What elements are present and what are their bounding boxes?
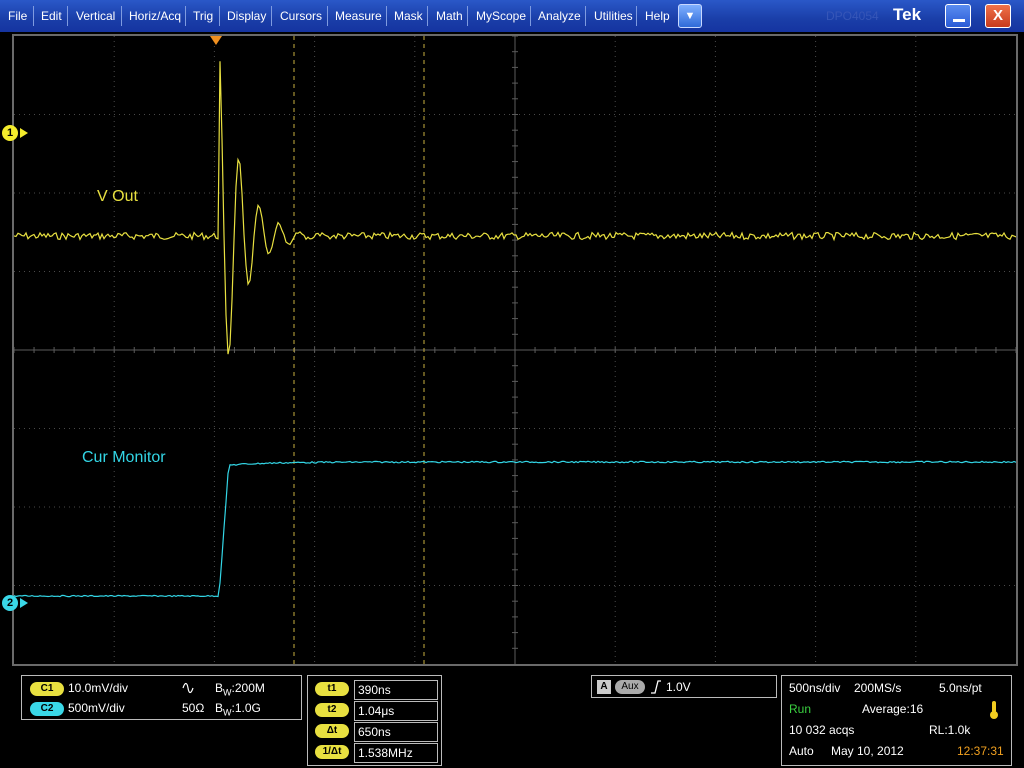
- ch1-bandwidth[interactable]: BW:200M: [215, 681, 265, 697]
- menu-separator: [427, 6, 428, 26]
- trigger-level[interactable]: 1.0V: [666, 680, 691, 694]
- trigger-mode[interactable]: Auto: [789, 744, 814, 758]
- menu-separator: [636, 6, 637, 26]
- menu-separator: [530, 6, 531, 26]
- trigger-position-icon[interactable]: [210, 36, 222, 45]
- cursor-delta-badge: Δt: [315, 724, 349, 738]
- thermometer-icon: [990, 701, 998, 719]
- menu-separator: [585, 6, 586, 26]
- menu-help[interactable]: Help: [645, 0, 670, 32]
- close-icon: X: [992, 7, 1003, 24]
- sample-rate: 200MS/s: [854, 681, 902, 695]
- menu-trig[interactable]: Trig: [193, 0, 213, 32]
- menu-separator: [185, 6, 186, 26]
- menu-separator: [219, 6, 220, 26]
- cursor-frequency-value: 1.538MHz: [354, 743, 438, 763]
- ch2-badge[interactable]: C2: [30, 702, 64, 716]
- ch1-waveform-label: V Out: [97, 188, 138, 205]
- ch1-marker-arrow-icon: [20, 128, 28, 138]
- menu-separator: [271, 6, 272, 26]
- menu-utilities[interactable]: Utilities: [594, 0, 633, 32]
- cursor-frequency-badge: 1/Δt: [315, 745, 349, 759]
- ch2-marker-arrow-icon: [20, 598, 28, 608]
- menu-mask[interactable]: Mask: [394, 0, 423, 32]
- ch2-scale[interactable]: 500mV/div: [68, 701, 125, 715]
- menu-analyze[interactable]: Analyze: [538, 0, 581, 32]
- resolution: 5.0ns/pt: [939, 681, 982, 695]
- menu-vertical[interactable]: Vertical: [76, 0, 115, 32]
- center-axes: [14, 36, 1016, 664]
- cursor-t2-value[interactable]: 1.04μs: [354, 701, 438, 721]
- trigger-event-badge: A: [597, 680, 611, 694]
- menu-cursors[interactable]: Cursors: [280, 0, 322, 32]
- ch2-impedance[interactable]: 50Ω: [182, 701, 204, 715]
- run-state[interactable]: Run: [789, 702, 811, 716]
- menu-math[interactable]: Math: [436, 0, 463, 32]
- time: 12:37:31: [957, 744, 1004, 758]
- acquisition-count: 10 032 acqs: [789, 723, 855, 737]
- waveform-display[interactable]: V Out Cur Monitor: [12, 34, 1018, 666]
- menu-display[interactable]: Display: [227, 0, 266, 32]
- menu-separator: [33, 6, 34, 26]
- minimize-icon: [953, 19, 965, 22]
- ch1-badge[interactable]: C1: [30, 682, 64, 696]
- minimize-button[interactable]: [945, 4, 971, 28]
- menu-separator: [67, 6, 68, 26]
- ch2-bandwidth[interactable]: BW:1.0G: [215, 701, 261, 717]
- ch1-scale[interactable]: 10.0mV/div: [68, 681, 128, 695]
- trigger-source-badge[interactable]: Aux: [615, 680, 645, 694]
- menu-edit[interactable]: Edit: [41, 0, 62, 32]
- timebase[interactable]: 500ns/div: [789, 681, 840, 695]
- cursor-delta-value: 650ns: [354, 722, 438, 742]
- menu-separator: [327, 6, 328, 26]
- ch2-waveform-label: Cur Monitor: [82, 449, 166, 466]
- ch2-ground-marker[interactable]: 2: [2, 595, 18, 611]
- menu-dropdown-button[interactable]: ▼: [678, 4, 702, 28]
- menu-file[interactable]: File: [8, 0, 27, 32]
- acquisition-mode[interactable]: Average:16: [862, 702, 923, 716]
- menu-horiz-acq[interactable]: Horiz/Acq: [129, 0, 181, 32]
- menu-separator: [121, 6, 122, 26]
- menu-separator: [386, 6, 387, 26]
- ac-coupling-icon: [182, 682, 194, 694]
- menu-measure[interactable]: Measure: [335, 0, 382, 32]
- chevron-down-icon: ▼: [684, 10, 696, 22]
- cursor-t1-value[interactable]: 390ns: [354, 680, 438, 700]
- cursor-t2-badge[interactable]: t2: [315, 703, 349, 717]
- channel-readout-panel: C1 10.0mV/div BW:200M C2 500mV/div 50Ω B…: [21, 675, 302, 720]
- menu-myscope[interactable]: MyScope: [476, 0, 526, 32]
- model-name: DPO4054: [826, 9, 879, 23]
- acquisition-readout-panel[interactable]: 500ns/div 200MS/s 5.0ns/pt Run Average:1…: [781, 675, 1012, 766]
- cursor-readout-panel: t1 390ns t2 1.04μs Δt 650ns 1/Δt 1.538MH…: [307, 675, 442, 766]
- trigger-readout-panel[interactable]: A Aux 1.0V: [591, 675, 777, 698]
- ch1-ground-marker[interactable]: 1: [2, 125, 18, 141]
- menu-separator: [467, 6, 468, 26]
- menu-bar: File Edit Vertical Horiz/Acq Trig Displa…: [0, 0, 1024, 32]
- cursor-t1-badge[interactable]: t1: [315, 682, 349, 696]
- brand-logo: Tek: [893, 5, 922, 24]
- close-button[interactable]: X: [985, 4, 1011, 28]
- graticule-grid: [14, 36, 1016, 664]
- record-length[interactable]: RL:1.0k: [929, 723, 970, 737]
- rising-edge-icon: [651, 680, 661, 694]
- date: May 10, 2012: [831, 744, 904, 758]
